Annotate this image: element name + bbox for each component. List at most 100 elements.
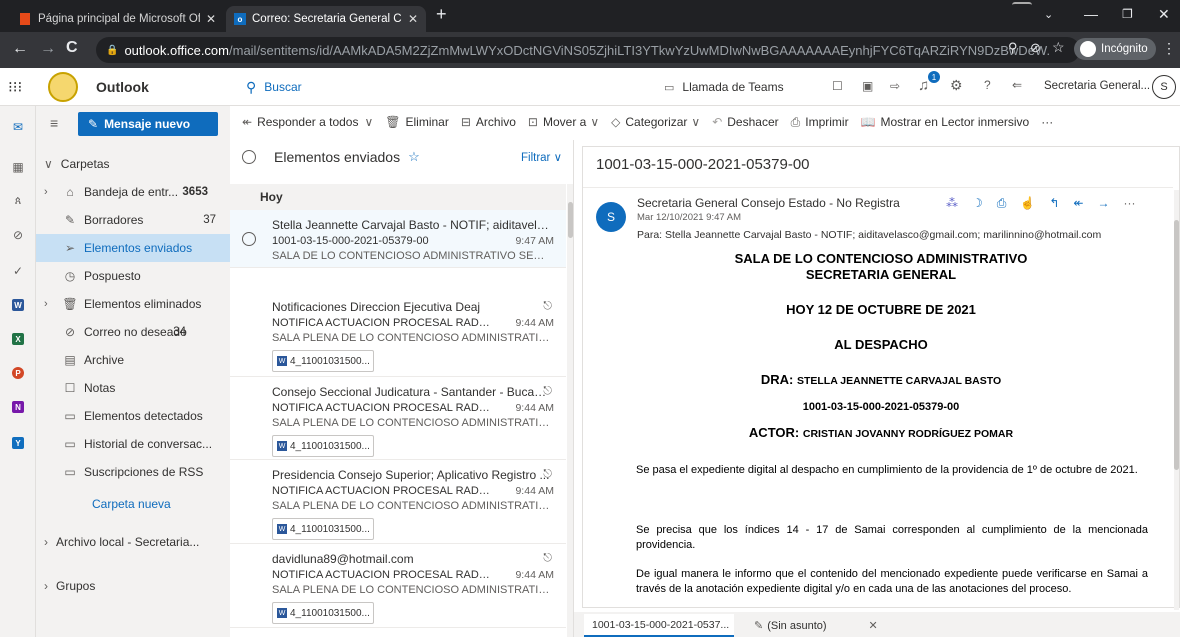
message-list-scrollbar[interactable] [567,184,573,637]
chat-icon[interactable]: ☐ [832,79,843,93]
chevron-right-icon[interactable]: › [44,298,62,310]
folder-item[interactable]: ✎ Borradores 37 [36,206,230,234]
hamburger-icon[interactable]: ≡ [50,115,58,131]
back-icon[interactable]: ← [12,40,28,58]
powerpoint-app-button[interactable]: P [0,358,36,388]
printer-icon[interactable]: ⎙ [997,196,1007,211]
bell-icon[interactable]: ♫ [918,77,929,94]
folder-item[interactable]: ▭ Elementos detectados [36,402,230,430]
sender-name[interactable]: Secretaria General Consejo Estado - No R… [637,196,900,210]
folder-item[interactable]: ➢ Elementos enviados [36,234,230,262]
account-name[interactable]: Secretaria General... [1044,80,1150,92]
favorite-star-icon[interactable]: ☆ [408,149,420,165]
message-list-item[interactable]: Oswaldo Giraldo Lopez - NOTIF; Diana Luc… [230,628,566,637]
new-tab-button[interactable]: + [436,4,447,25]
teams-call-button[interactable]: ▭ Llamada de Teams [664,80,784,94]
reload-icon[interactable]: C [66,39,78,57]
folders-header[interactable]: ∨ Carpetas [36,150,230,178]
new-message-button[interactable]: ✎ Mensaje nuevo [78,112,218,136]
tab-search-icon[interactable]: ⌄ [1044,8,1053,21]
filter-button[interactable]: Filtrar ∨ [521,150,562,164]
bookmark-star-icon[interactable]: ☆ [1052,39,1065,56]
url-field[interactable]: 🔒 outlook.office.com/mail/sentitems/id/A… [96,37,1080,63]
close-draft-icon[interactable]: ✕ [869,619,878,632]
item-select-checkbox[interactable] [242,232,256,246]
close-window-icon[interactable]: ✕ [1158,6,1170,23]
tracking-blocked-icon[interactable]: ⊘ [1030,40,1041,56]
message-list-item[interactable]: davidluna89@hotmail.com ⎋ NOTIFICA ACTUACI… [230,544,566,628]
categorize-button[interactable]: ◇ Categorizar ∨ [611,115,700,129]
draft-tab[interactable]: ✎ (Sin asunto) ✕ [746,614,896,637]
close-tab-icon[interactable]: ✕ [408,12,418,26]
yammer-app-button[interactable]: Y [0,428,36,458]
reply-icon[interactable]: ↰ [1049,196,1059,211]
onenote-app-button[interactable]: N [0,392,36,422]
browser-tab-home[interactable]: Página principal de Microsoft Off ✕ [12,6,224,32]
attachment-chip[interactable]: W 4_11001031500... [272,518,374,540]
emoji-icon[interactable]: ☽ [972,196,983,211]
print-button[interactable]: ⎙ Imprimir [791,115,849,130]
scrollbar-thumb[interactable] [1174,220,1179,470]
close-tab-icon[interactable]: ✕ [206,12,216,26]
select-all-checkbox[interactable] [242,150,256,164]
scrollbar-thumb[interactable] [568,202,573,238]
folder-item[interactable]: ☐ Notas [36,374,230,402]
folder-item[interactable]: › ⌂ Bandeja de entr... 3653 [36,178,230,206]
new-folder-link[interactable]: Carpeta nueva [92,497,171,511]
search-box[interactable]: ⚲ Buscar [244,75,624,99]
chevron-right-icon[interactable]: › [44,186,62,198]
message-list-item[interactable]: Stella Jeannette Carvajal Basto - NOTIF;… [230,210,566,268]
forward-icon[interactable]: → [1097,196,1109,211]
reply-all-button[interactable]: ↞ Responder a todos ∨ [242,115,373,129]
message-list-item[interactable]: Notificaciones Direccion Ejecutiva Deaj ⎋… [230,292,566,377]
forward-icon[interactable]: → [40,40,56,58]
app-launcher-icon[interactable]: ⁝⁝⁝ [8,78,22,96]
groups-folder[interactable]: › Grupos [36,572,230,600]
account-avatar[interactable]: S [1152,75,1176,99]
mail-app-button[interactable]: ✉ [0,112,36,142]
zoom-icon[interactable]: ⚲ [1008,40,1018,56]
local-archive-folder[interactable]: › Archivo local - Secretaria... [36,528,230,556]
feedback-icon[interactable]: ⇨ [890,79,900,93]
sender-avatar[interactable]: S [596,202,626,232]
message-list-item[interactable]: Presidencia Consejo Superior; Aplicativo… [230,460,566,544]
excel-app-button[interactable]: X [0,324,36,354]
folder-item[interactable]: ⊘ Correo no deseado 34 [36,318,230,346]
open-message-tab[interactable]: 1001-03-15-000-2021-0537... [584,614,734,637]
restore-icon[interactable]: ❐ [1122,7,1133,21]
help-icon[interactable]: ? [984,78,991,92]
attachment-chip[interactable]: W 4_11001031500... [272,602,374,624]
folder-item[interactable]: ▭ Historial de conversac... [36,430,230,458]
delete-button[interactable]: 🗑 Eliminar [385,115,449,129]
move-to-button[interactable]: ⊡ Mover a ∨ [528,115,599,129]
folder-item[interactable]: ◷ Pospuesto [36,262,230,290]
reading-pane-scrollbar[interactable] [1174,190,1179,610]
like-icon[interactable]: ☝ [1020,196,1035,211]
folder-item[interactable]: ▭ Suscripciones de RSS [36,458,230,486]
more-commands-button[interactable]: ··· [1041,115,1053,129]
word-app-button[interactable]: W [0,290,36,320]
message-list-item[interactable]: Consejo Seccional Judicatura - Santander… [230,377,566,460]
folder-item[interactable]: › 🗑 Elementos eliminados [36,290,230,318]
settings-gear-icon[interactable]: ⚙ [950,77,963,94]
teams-share-icon[interactable]: ⁂ [946,196,958,211]
undo-button[interactable]: ↶ Deshacer [712,115,778,129]
immersive-reader-button[interactable]: 📖 Mostrar en Lector inmersivo [861,115,1030,129]
more-icon[interactable]: ··· [1123,196,1135,211]
todo-app-button[interactable]: ✓ [0,256,36,286]
folder-item[interactable]: ▤ Archive [36,346,230,374]
attachment-chip[interactable]: W 4_11001031500... [272,435,374,457]
whats-new-icon[interactable]: ⇐ [1012,78,1022,92]
browser-menu-icon[interactable]: ⋮ [1162,40,1176,57]
files-app-button[interactable]: ⊘ [0,220,36,250]
attachment-chip[interactable]: W 4_11001031500... [272,350,374,372]
my-day-icon[interactable]: ▣ [862,79,873,93]
people-app-button[interactable]: ጰ [0,186,36,216]
minimize-icon[interactable]: — [1084,6,1098,22]
app-name[interactable]: Outlook [96,79,149,95]
reply-all-icon[interactable]: ↞ [1073,196,1083,211]
incognito-indicator[interactable]: Incógnito [1074,38,1156,60]
browser-tab-mail[interactable]: o Correo: Secretaria General Conse ✕ [226,6,426,32]
calendar-app-button[interactable]: ▦ [0,152,36,182]
archive-button[interactable]: ⊟ Archivo [461,115,516,129]
